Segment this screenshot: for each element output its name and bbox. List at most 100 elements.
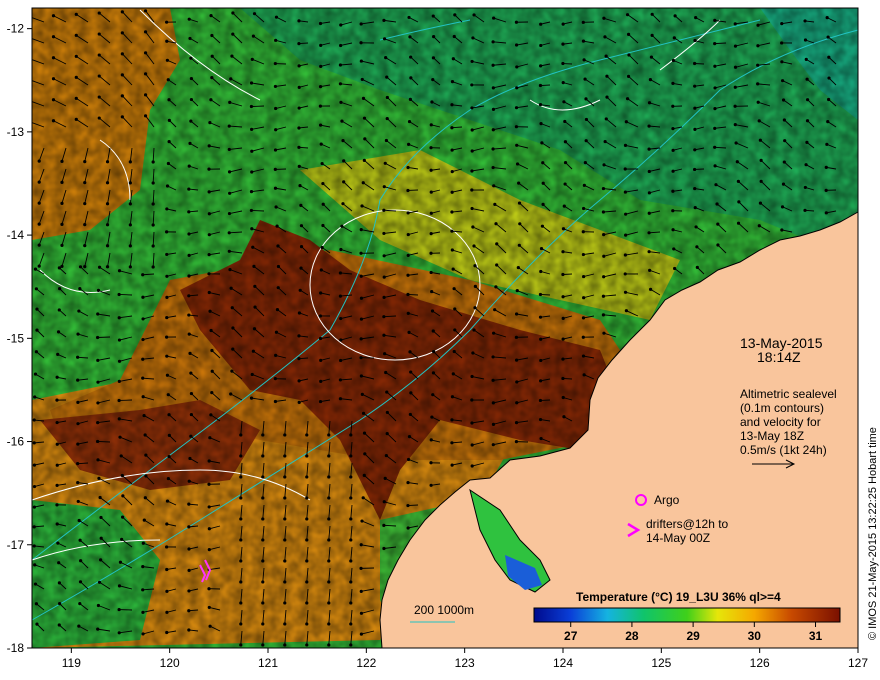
velocity-arrow-head: [517, 243, 521, 247]
velocity-arrow-head: [359, 41, 363, 45]
velocity-arrow-head: [187, 609, 191, 613]
velocity-arrow-head: [165, 373, 170, 377]
velocity-arrow-head: [33, 582, 38, 586]
velocity-arrow-head: [538, 315, 543, 319]
velocity-arrow-head: [408, 350, 412, 354]
velocity-arrow-head: [143, 114, 148, 118]
velocity-arrow-head: [827, 55, 831, 59]
velocity-arrow-head: [327, 580, 331, 584]
velocity-arrow-head: [141, 295, 145, 299]
velocity-arrow-head: [32, 505, 37, 509]
velocity-arrow-head: [283, 454, 287, 458]
lon-tick-label: 123: [455, 656, 475, 670]
velocity-arrow-head: [297, 19, 301, 23]
velocity-arrow-head: [239, 601, 243, 605]
velocity-arrow-head: [601, 313, 606, 317]
lat-tick-label: -13: [7, 125, 25, 139]
velocity-arrow-head: [297, 357, 301, 361]
velocity-arrow-head: [208, 121, 212, 125]
velocity-arrow-head: [757, 119, 761, 123]
velocity-arrow-head: [431, 393, 435, 397]
velocity-arrow-head: [362, 116, 367, 120]
velocity-arrow-head: [283, 517, 287, 521]
velocity-arrow-head: [209, 98, 213, 102]
velocity-arrow-head: [187, 628, 191, 632]
velocity-arrow-head: [229, 286, 233, 290]
velocity-arrow-head: [470, 464, 474, 468]
velocity-arrow-head: [120, 115, 124, 119]
velocity-arrow-head: [249, 81, 254, 85]
velocity-arrow-head: [470, 374, 474, 379]
velocity-arrow-head: [274, 205, 278, 209]
velocity-arrow-head: [151, 244, 155, 248]
velocity-arrow-head: [128, 181, 132, 185]
velocity-arrow-head: [305, 643, 309, 647]
velocity-arrow-head: [733, 85, 737, 89]
velocity-arrow-head: [672, 247, 676, 251]
drifters-line-1: drifters@12h to: [646, 517, 729, 531]
velocity-arrow-head: [342, 159, 346, 163]
velocity-arrow-head: [166, 161, 170, 166]
velocity-arrow-head: [297, 126, 301, 130]
velocity-arrow-head: [120, 473, 124, 478]
velocity-arrow-head: [83, 202, 87, 206]
velocity-arrow-head: [188, 36, 192, 41]
velocity-arrow-head: [305, 496, 309, 500]
velocity-arrow-head: [141, 588, 145, 592]
velocity-arrow-head: [407, 330, 411, 334]
velocity-arrow-head: [382, 546, 386, 551]
altimetry-line-2: (0.1m contours): [740, 401, 824, 415]
velocity-arrow-head: [274, 128, 278, 132]
velocity-arrow-head: [514, 106, 519, 110]
velocity-arrow-head: [471, 351, 475, 355]
velocity-arrow-head: [77, 518, 81, 523]
lon-tick-label: 126: [750, 656, 770, 670]
velocity-arrow-head: [627, 53, 631, 57]
velocity-arrow-head: [539, 269, 543, 274]
velocity-arrow-head: [406, 480, 410, 485]
velocity-arrow-head: [141, 541, 145, 545]
velocity-arrow-head: [359, 22, 363, 26]
velocity-arrow-head: [623, 190, 628, 194]
velocity-arrow-head: [756, 63, 760, 67]
velocity-arrow-head: [252, 264, 256, 268]
velocity-arrow-head: [671, 127, 675, 131]
velocity-arrow-head: [283, 559, 287, 563]
velocity-arrow-head: [239, 433, 243, 437]
velocity-arrow-head: [601, 294, 606, 298]
velocity-arrow-head: [431, 329, 435, 333]
velocity-arrow-head: [151, 181, 155, 185]
velocity-arrow-head: [561, 357, 565, 361]
velocity-arrow-head: [649, 55, 654, 59]
velocity-arrow-head: [780, 41, 784, 45]
velocity-arrow-head: [188, 351, 192, 355]
velocity-arrow-head: [360, 204, 364, 208]
velocity-arrow-head: [349, 433, 353, 437]
velocity-arrow-head: [514, 440, 519, 444]
velocity-arrow-head: [249, 208, 254, 213]
velocity-arrow-head: [514, 312, 519, 316]
velocity-arrow-head: [563, 160, 568, 165]
velocity-arrow-head: [261, 643, 265, 647]
velocity-arrow-head: [514, 125, 519, 129]
velocity-arrow-head: [37, 264, 41, 268]
velocity-arrow-head: [120, 73, 124, 77]
velocity-arrow-head: [385, 116, 389, 121]
velocity-arrow: [97, 440, 111, 443]
velocity-arrow-head: [491, 86, 495, 90]
velocity-arrow-head: [384, 453, 388, 458]
velocity-arrow-head: [648, 268, 652, 272]
velocity-arrow-head: [338, 397, 343, 401]
velocity-arrow-head: [716, 222, 720, 226]
velocity-arrow-head: [782, 118, 786, 122]
velocity-arrow-head: [450, 103, 454, 107]
velocity-arrow-head: [647, 191, 651, 195]
velocity-arrow-head: [96, 288, 101, 293]
velocity-arrow-head: [261, 538, 265, 542]
velocity-arrow-head: [251, 349, 255, 353]
velocity-arrow-head: [515, 143, 519, 147]
velocity-arrow-head: [605, 74, 609, 78]
velocity-arrow-head: [603, 35, 607, 39]
velocity-arrow-head: [359, 228, 363, 232]
velocity-arrow-head: [230, 306, 234, 310]
